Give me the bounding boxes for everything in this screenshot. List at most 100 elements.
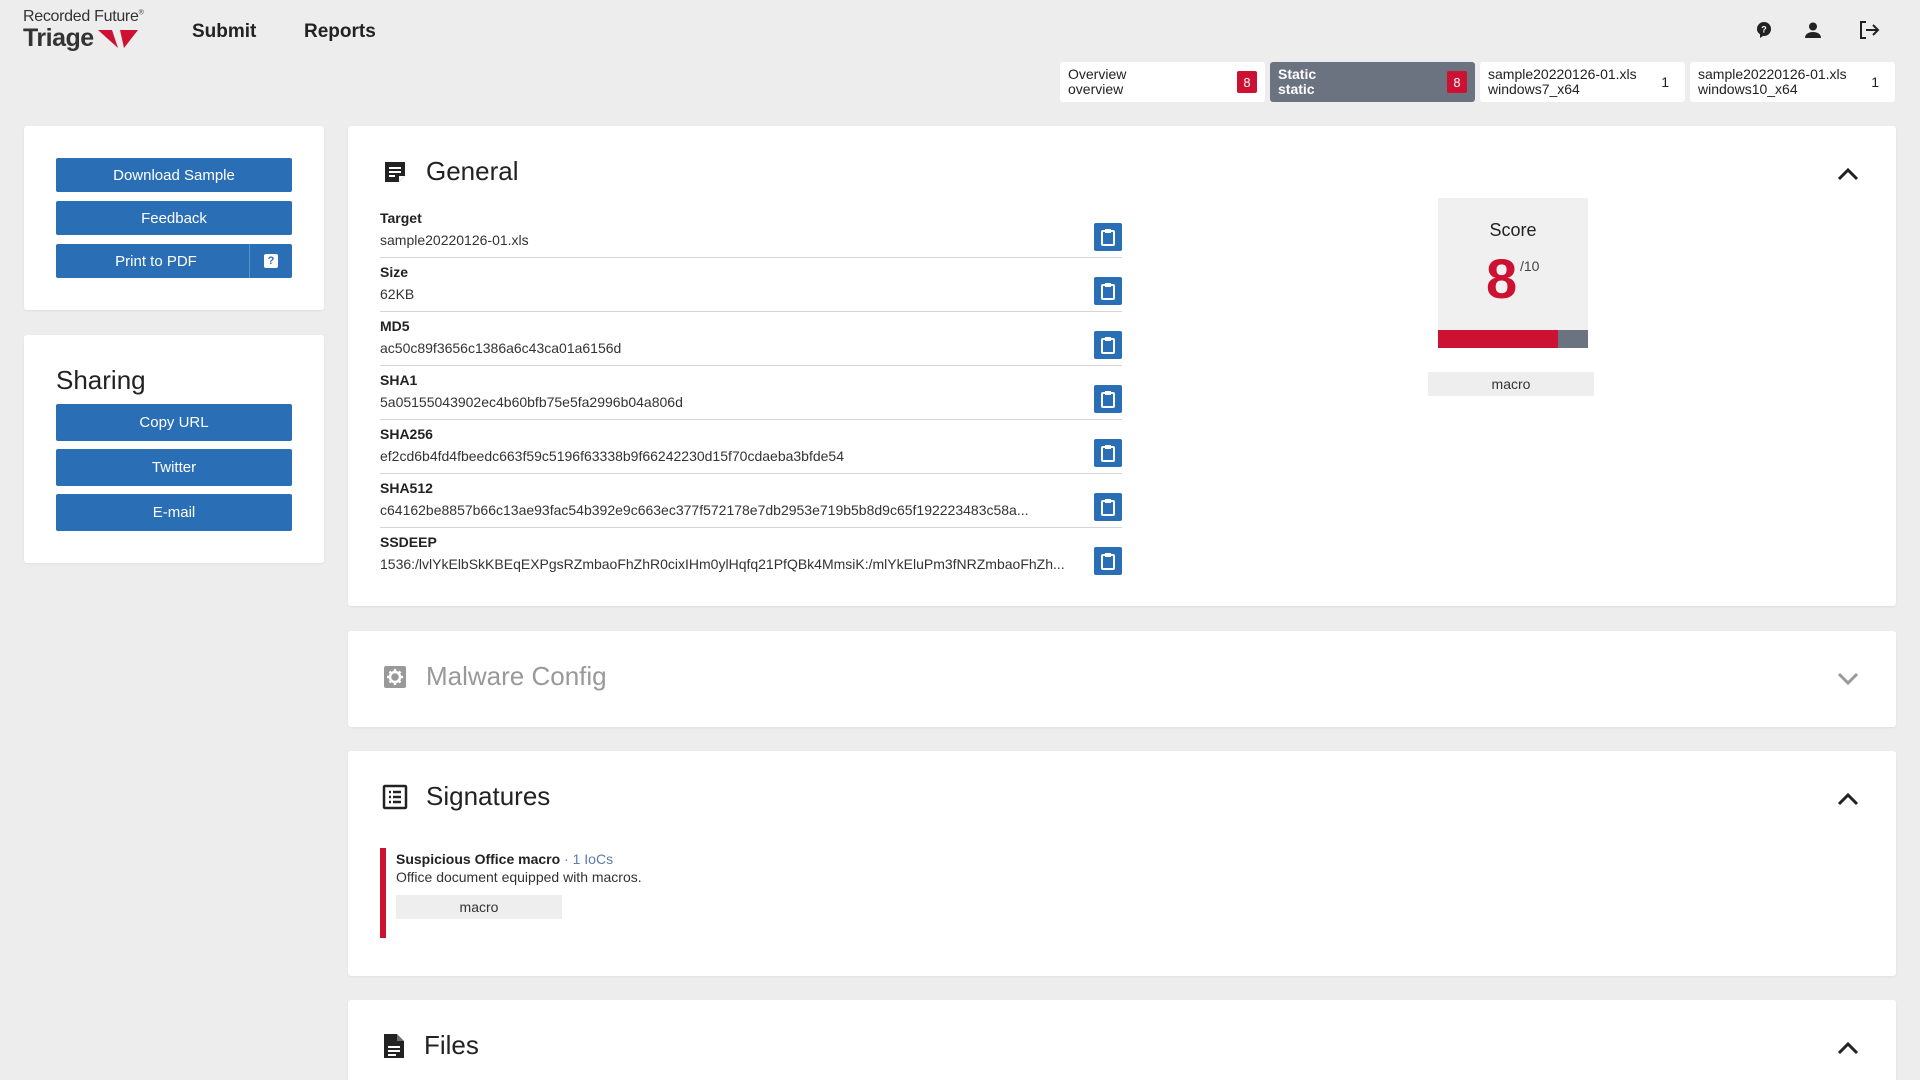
tab-score-badge: 1 — [1871, 73, 1879, 90]
signature-tag[interactable]: macro — [396, 895, 562, 919]
tab-score-badge: 8 — [1447, 71, 1467, 93]
property-value: ef2cd6b4fd4fbeedc663f59c5196f63338b9f662… — [380, 448, 844, 464]
files-panel: Files — [348, 1000, 1896, 1080]
score-value: 8 — [1486, 247, 1518, 310]
score-bar-fill — [1438, 330, 1558, 348]
property-row-sha1: SHA1 5a05155043902ec4b60bfb75e5fa2996b04… — [380, 366, 1122, 420]
collapse-chevron-up-icon[interactable] — [1836, 787, 1860, 811]
logo-mark-icon — [97, 29, 138, 48]
file-icon — [384, 1033, 404, 1058]
tab-overview[interactable]: Overview overview 8 — [1060, 62, 1265, 102]
logout-icon[interactable] — [1855, 16, 1883, 44]
print-pdf-divider — [249, 244, 250, 278]
score-tag[interactable]: macro — [1428, 372, 1594, 396]
account-icon[interactable] — [1799, 16, 1827, 44]
nav-submit-link[interactable]: Submit — [192, 21, 256, 43]
twitter-share-button[interactable]: Twitter — [56, 449, 292, 486]
logo-product: Triage — [23, 24, 94, 52]
property-label: SHA512 — [380, 480, 433, 496]
sharing-card: Sharing Copy URL Twitter E-mail — [24, 335, 324, 563]
property-row-sha256: SHA256 ef2cd6b4fd4fbeedc663f59c5196f6333… — [380, 420, 1122, 474]
actions-card: Download Sample Feedback Print to PDF ? — [24, 126, 324, 310]
tab-windows7[interactable]: sample20220126-01.xls windows7_x64 1 — [1480, 62, 1685, 102]
score-label: Score — [1489, 220, 1537, 240]
signatures-panel: Signatures Suspicious Office macro · 1 I… — [348, 751, 1896, 976]
help-icon[interactable]: ? — [264, 254, 278, 268]
print-pdf-label: Print to PDF — [115, 252, 197, 270]
general-title: General — [426, 156, 519, 186]
score-max: /10 — [1520, 258, 1540, 274]
property-label: SHA256 — [380, 426, 433, 442]
help-icon[interactable]: ? — [1750, 16, 1778, 44]
score-box: Score 8 /10 — [1438, 198, 1588, 348]
clipboard-icon[interactable] — [1094, 223, 1122, 251]
collapse-chevron-up-icon[interactable] — [1836, 162, 1860, 186]
clipboard-icon[interactable] — [1094, 547, 1122, 575]
expand-chevron-down-icon[interactable] — [1836, 667, 1860, 691]
property-label: MD5 — [380, 318, 410, 334]
property-row-ssdeep: SSDEEP 1536:/lvlYkElbSkKBEqEXPgsRZmbaoFh… — [380, 528, 1122, 582]
tab-score-badge: 1 — [1661, 73, 1669, 90]
sharing-title: Sharing — [56, 365, 146, 395]
general-header[interactable]: General — [382, 156, 519, 187]
svg-text:?: ? — [1761, 25, 1767, 35]
malware-config-title: Malware Config — [426, 661, 607, 691]
list-icon — [382, 784, 408, 809]
property-value: 62KB — [380, 286, 415, 302]
signature-ioc-count[interactable]: · 1 IoCs — [560, 851, 613, 867]
tab-title: sample20220126-01.xls — [1698, 66, 1847, 82]
signature-item[interactable]: Suspicious Office macro · 1 IoCs Office … — [380, 848, 980, 938]
nav-reports-link[interactable]: Reports — [304, 21, 376, 43]
property-value: ac50c89f3656c1386a6c43ca01a6156d — [380, 340, 622, 356]
property-row-target: Target sample20220126-01.xls — [380, 204, 1122, 258]
clipboard-icon[interactable] — [1094, 493, 1122, 521]
tab-title: Static — [1278, 66, 1317, 82]
report-tabs: Overview overview 8 Static static 8 sample… — [1060, 62, 1895, 102]
property-label: SHA1 — [380, 372, 418, 388]
logo-registered-mark: ® — [138, 9, 144, 17]
signature-name: Suspicious Office macro — [396, 851, 561, 867]
property-row-sha512: SHA512 c64162be8857b66c13ae93fac54b392e9… — [380, 474, 1122, 528]
property-value: c64162be8857b66c13ae93fac54b392e9c663ec3… — [380, 502, 1029, 518]
clipboard-icon[interactable] — [1094, 277, 1122, 305]
signatures-title: Signatures — [426, 781, 551, 811]
gear-icon — [384, 665, 406, 688]
files-title: Files — [424, 1030, 479, 1060]
files-header[interactable]: Files — [382, 1030, 479, 1061]
logo-brand: Recorded Future — [23, 8, 139, 25]
signatures-header[interactable]: Signatures — [382, 781, 550, 812]
tab-title: sample20220126-01.xls — [1488, 66, 1637, 82]
clipboard-icon[interactable] — [1094, 385, 1122, 413]
print-pdf-button[interactable]: Print to PDF ? — [56, 244, 292, 278]
property-value: 1536:/lvlYkElbSkKBEqEXPgsRZmbaoFhZhR0cix… — [380, 556, 1065, 572]
file-properties-list: Target sample20220126-01.xls Size 62KB M… — [380, 204, 1122, 582]
triage-logo[interactable]: Recorded Future® Triage — [23, 8, 144, 53]
general-icon — [385, 161, 405, 182]
email-share-button[interactable]: E-mail — [56, 494, 292, 531]
property-label: SSDEEP — [380, 534, 437, 550]
tab-subtitle: overview — [1068, 81, 1124, 97]
property-row-size: Size 62KB — [380, 258, 1122, 312]
general-panel: General Target sample20220126-01.xls Siz… — [348, 126, 1896, 606]
feedback-button[interactable]: Feedback — [56, 201, 292, 235]
tab-static[interactable]: Static static 8 — [1270, 62, 1475, 102]
tab-subtitle: windows7_x64 — [1488, 81, 1580, 97]
clipboard-icon[interactable] — [1094, 439, 1122, 467]
property-value: sample20220126-01.xls — [380, 232, 529, 248]
property-value: 5a05155043902ec4b60bfb75e5fa2996b04a806d — [380, 394, 683, 410]
signature-description: Office document equipped with macros. — [396, 869, 642, 885]
tab-score-badge: 8 — [1237, 71, 1257, 93]
property-label: Target — [380, 210, 422, 226]
top-header: Recorded Future® Triage Submit Reports ? — [0, 0, 1920, 64]
tab-windows10[interactable]: sample20220126-01.xls windows10_x64 1 — [1690, 62, 1895, 102]
clipboard-icon[interactable] — [1094, 331, 1122, 359]
copy-url-button[interactable]: Copy URL — [56, 404, 292, 441]
tab-title: Overview — [1068, 66, 1127, 82]
malware-config-header[interactable]: Malware Config — [382, 661, 607, 692]
collapse-chevron-up-icon[interactable] — [1836, 1036, 1860, 1060]
malware-config-panel: Malware Config — [348, 631, 1896, 727]
score-bar — [1438, 330, 1588, 348]
download-sample-button[interactable]: Download Sample — [56, 158, 292, 192]
property-label: Size — [380, 264, 409, 280]
tab-subtitle: static — [1278, 81, 1315, 97]
